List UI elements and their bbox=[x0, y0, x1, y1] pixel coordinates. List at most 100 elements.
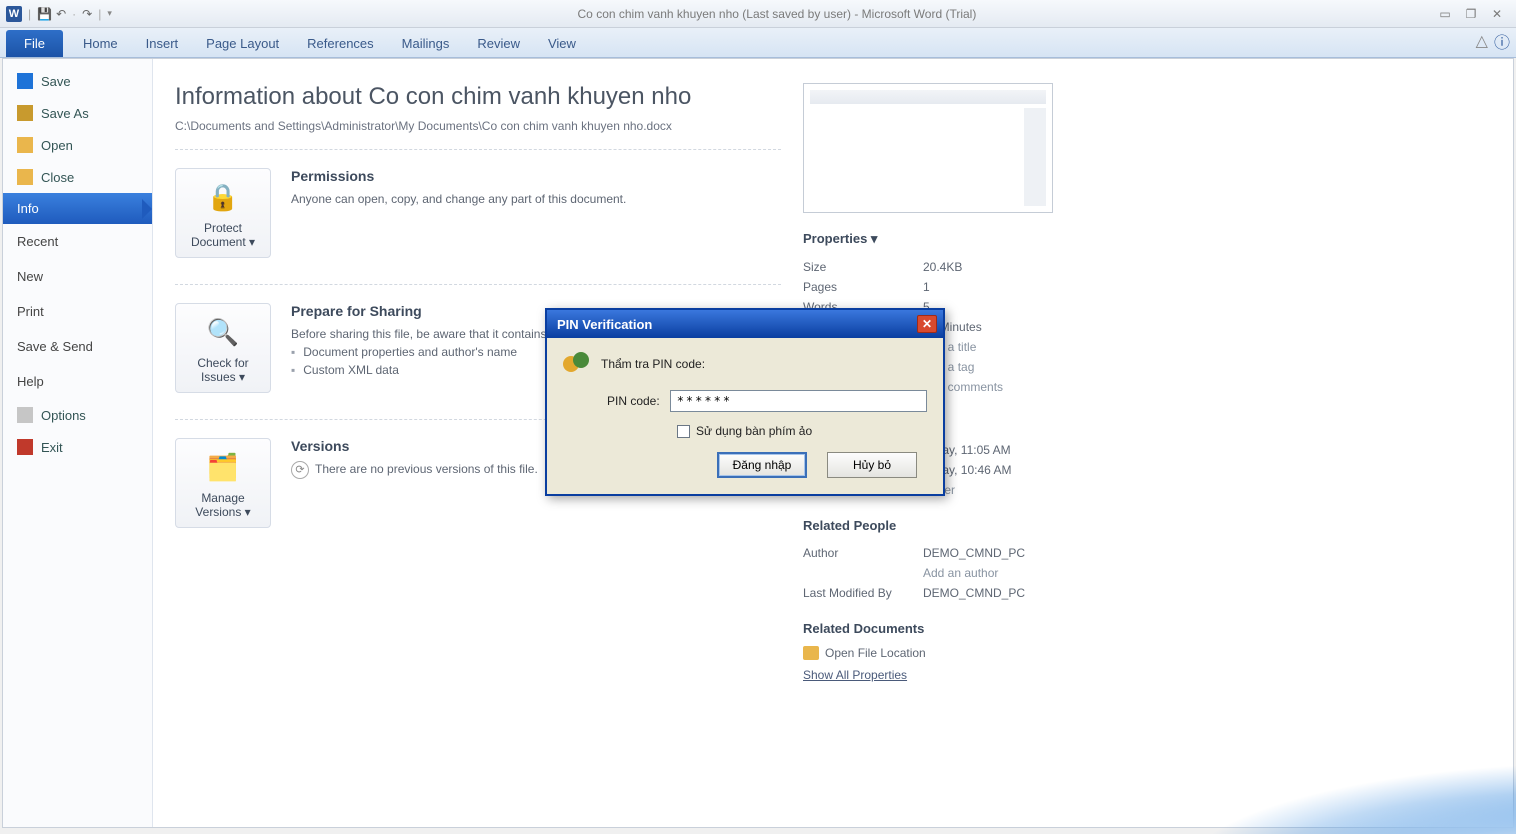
nav-close[interactable]: Close bbox=[3, 161, 152, 193]
history-icon: ⟳ bbox=[291, 461, 309, 479]
help-icon[interactable]: ⓘ bbox=[1494, 29, 1510, 53]
dialog-prompt-row: Thẩm tra PIN code: bbox=[563, 352, 927, 376]
properties-header[interactable]: Properties ▾ bbox=[803, 231, 1115, 247]
qat-save-icon[interactable]: 💾 bbox=[37, 7, 52, 21]
tab-view[interactable]: View bbox=[534, 30, 590, 57]
nav-options[interactable]: Options bbox=[3, 399, 152, 431]
dialog-buttons: Đăng nhập Hủy bỏ bbox=[563, 452, 927, 478]
section-body: Anyone can open, copy, and change any pa… bbox=[291, 190, 626, 208]
section-title: Prepare for Sharing bbox=[291, 303, 550, 319]
manage-versions-button[interactable]: 🗂️ Manage Versions ▾ bbox=[175, 438, 271, 528]
save-icon bbox=[17, 73, 33, 89]
nav-label: Recent bbox=[17, 234, 58, 249]
tab-mailings[interactable]: Mailings bbox=[388, 30, 464, 57]
button-label: Manage Versions ▾ bbox=[180, 491, 266, 519]
checkbox-icon[interactable] bbox=[677, 425, 690, 438]
nav-save-as[interactable]: Save As bbox=[3, 97, 152, 129]
exit-icon bbox=[17, 439, 33, 455]
bullet-item: Custom XML data bbox=[291, 361, 550, 379]
nav-label: Info bbox=[17, 201, 39, 216]
nav-save[interactable]: Save bbox=[3, 65, 152, 97]
virtual-keyboard-row[interactable]: Sử dụng bàn phím ảo bbox=[563, 424, 927, 438]
show-all-properties[interactable]: Show All Properties bbox=[803, 668, 1115, 682]
pin-verification-dialog: PIN Verification ✕ Thẩm tra PIN code: PI… bbox=[545, 308, 945, 496]
folder-icon bbox=[803, 646, 819, 660]
prop-author: AuthorDEMO_CMND_PC bbox=[803, 543, 1115, 563]
nav-label: Help bbox=[17, 374, 44, 389]
ribbon-right: △ ⓘ bbox=[1476, 29, 1510, 57]
permissions-text: Permissions Anyone can open, copy, and c… bbox=[291, 168, 626, 258]
tab-insert[interactable]: Insert bbox=[132, 30, 193, 57]
open-file-location[interactable]: Open File Location bbox=[803, 646, 1115, 660]
related-people: Related People AuthorDEMO_CMND_PC Add an… bbox=[803, 518, 1115, 603]
cancel-button[interactable]: Hủy bỏ bbox=[827, 452, 917, 478]
nav-label: Print bbox=[17, 304, 44, 319]
prop-key bbox=[803, 566, 923, 580]
prepare-text: Prepare for Sharing Before sharing this … bbox=[291, 303, 550, 393]
tab-references[interactable]: References bbox=[293, 30, 387, 57]
versions-text: Versions ⟳There are no previous versions… bbox=[291, 438, 538, 528]
section-title: Permissions bbox=[291, 168, 626, 184]
prop-value: 20.4KB bbox=[923, 260, 962, 274]
document-thumbnail[interactable] bbox=[803, 83, 1053, 213]
login-button[interactable]: Đăng nhập bbox=[717, 452, 807, 478]
related-people-header: Related People bbox=[803, 518, 1115, 533]
minimize-ribbon-icon[interactable]: △ bbox=[1476, 31, 1488, 51]
section-lead: Before sharing this file, be aware that … bbox=[291, 325, 550, 343]
quick-access-toolbar: W | 💾 ↶ · ↷ | ▾ bbox=[0, 6, 118, 22]
divider bbox=[175, 284, 781, 285]
folder-open-icon bbox=[17, 137, 33, 153]
divider: | bbox=[28, 7, 31, 21]
nav-label: Exit bbox=[41, 440, 63, 455]
check-issues-button[interactable]: 🔍 Check for Issues ▾ bbox=[175, 303, 271, 393]
nav-label: Save bbox=[41, 74, 71, 89]
nav-label: New bbox=[17, 269, 43, 284]
people-icon bbox=[563, 352, 591, 376]
protect-document-button[interactable]: 🔒 Protect Document ▾ bbox=[175, 168, 271, 258]
tab-file[interactable]: File bbox=[6, 30, 63, 57]
dialog-body: Thẩm tra PIN code: PIN code: Sử dụng bàn… bbox=[547, 338, 943, 494]
related-documents-header: Related Documents bbox=[803, 621, 1115, 636]
nav-label: Close bbox=[41, 170, 74, 185]
nav-save-send[interactable]: Save & Send bbox=[3, 329, 152, 364]
nav-recent[interactable]: Recent bbox=[3, 224, 152, 259]
prop-key: Last Modified By bbox=[803, 586, 923, 600]
dialog-titlebar[interactable]: PIN Verification ✕ bbox=[547, 310, 943, 338]
divider: | bbox=[98, 7, 101, 21]
ribbon-tabs: File Home Insert Page Layout References … bbox=[0, 28, 1516, 58]
nav-print[interactable]: Print bbox=[3, 294, 152, 329]
tab-review[interactable]: Review bbox=[463, 30, 534, 57]
prop-size: Size20.4KB bbox=[803, 257, 1115, 277]
dialog-title-text: PIN Verification bbox=[553, 317, 917, 332]
permissions-section: 🔒 Protect Document ▾ Permissions Anyone … bbox=[175, 168, 781, 258]
prop-value: DEMO_CMND_PC bbox=[923, 586, 1025, 600]
qat-undo-icon[interactable]: ↶ bbox=[56, 7, 66, 21]
inspect-icon: 🔍 bbox=[203, 314, 243, 350]
checkbox-label: Sử dụng bàn phím ảo bbox=[696, 424, 812, 438]
dialog-prompt-text: Thẩm tra PIN code: bbox=[601, 357, 705, 371]
nav-new[interactable]: New bbox=[3, 259, 152, 294]
nav-open[interactable]: Open bbox=[3, 129, 152, 161]
section-title: Versions bbox=[291, 438, 538, 454]
nav-info[interactable]: Info bbox=[3, 193, 152, 224]
lock-icon: 🔒 bbox=[203, 179, 243, 215]
nav-label: Options bbox=[41, 408, 86, 423]
dialog-close-button[interactable]: ✕ bbox=[917, 315, 937, 333]
tab-page-layout[interactable]: Page Layout bbox=[192, 30, 293, 57]
prop-add-author[interactable]: Add an author bbox=[803, 563, 1115, 583]
window-title: Co con chim vanh khuyen nho (Last saved … bbox=[118, 7, 1436, 21]
tab-home[interactable]: Home bbox=[69, 30, 132, 57]
pin-code-input[interactable] bbox=[670, 390, 927, 412]
info-heading: Information about Co con chim vanh khuye… bbox=[175, 83, 781, 111]
nav-help[interactable]: Help bbox=[3, 364, 152, 399]
prop-last-modified-by: Last Modified ByDEMO_CMND_PC bbox=[803, 583, 1115, 603]
qat-redo-icon[interactable]: ↷ bbox=[82, 7, 92, 21]
close-window-button[interactable]: ✕ bbox=[1488, 6, 1506, 22]
qat-customize-icon[interactable]: ▾ bbox=[107, 8, 112, 19]
restore-button[interactable]: ❐ bbox=[1462, 6, 1480, 22]
pin-input-row: PIN code: bbox=[563, 390, 927, 412]
minimize-button[interactable]: ▭ bbox=[1436, 6, 1454, 22]
folder-close-icon bbox=[17, 169, 33, 185]
nav-label: Save As bbox=[41, 106, 89, 121]
nav-exit[interactable]: Exit bbox=[3, 431, 152, 463]
